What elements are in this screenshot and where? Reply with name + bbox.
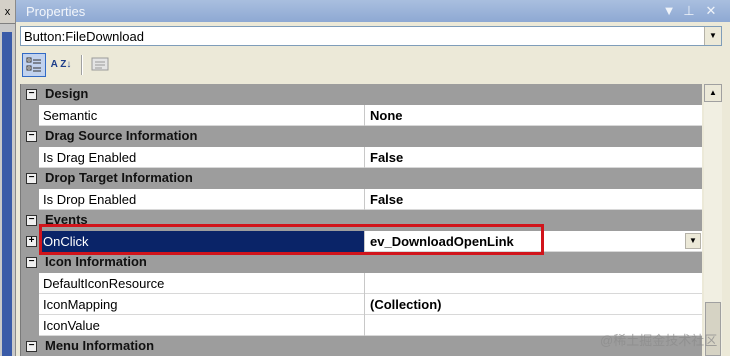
row-margin: [21, 189, 39, 210]
panel-title: Properties: [26, 4, 86, 19]
alphabetical-sort-icon: A Z↓: [50, 59, 72, 70]
property-row-semantic[interactable]: Semantic None: [21, 105, 702, 126]
property-row-is-drag-enabled[interactable]: Is Drag Enabled False: [21, 147, 702, 168]
property-name: DefaultIconResource: [39, 273, 365, 294]
property-row-is-drop-enabled[interactable]: Is Drop Enabled False: [21, 189, 702, 210]
collapse-icon[interactable]: −: [26, 131, 37, 142]
scroll-up-icon[interactable]: ▲: [704, 84, 722, 102]
expand-icon[interactable]: +: [26, 236, 37, 247]
left-strip-button[interactable]: x: [0, 0, 15, 24]
property-row-icon-mapping[interactable]: IconMapping (Collection): [21, 294, 702, 315]
row-margin: [21, 273, 39, 294]
categorized-icon: [26, 57, 41, 72]
toolbar-separator: [81, 55, 83, 75]
property-grid: − Design Semantic None − Drag Source Inf…: [20, 84, 702, 356]
property-value[interactable]: False: [366, 147, 702, 168]
row-margin: [21, 294, 39, 315]
collapse-icon[interactable]: −: [26, 341, 37, 352]
left-docked-strip: x: [0, 0, 16, 356]
annotation-highlight-box: [39, 224, 544, 255]
property-value[interactable]: None: [366, 105, 702, 126]
chevron-down-icon[interactable]: ▼: [704, 27, 721, 45]
property-pages-button[interactable]: [88, 53, 112, 77]
property-name: Is Drag Enabled: [39, 147, 365, 168]
property-name: IconValue: [39, 315, 365, 336]
property-value[interactable]: [366, 273, 702, 294]
category-label: Drag Source Information: [45, 128, 198, 143]
pin-icon[interactable]: ⊥: [680, 2, 698, 20]
category-label: Drop Target Information: [45, 170, 193, 185]
window-position-dropdown-icon[interactable]: ▼: [660, 2, 678, 20]
collapse-icon[interactable]: −: [26, 257, 37, 268]
category-label: Menu Information: [45, 338, 155, 353]
category-drag-source-information[interactable]: − Drag Source Information: [21, 126, 702, 147]
collapse-icon[interactable]: −: [26, 215, 37, 226]
left-strip-panel: [2, 32, 12, 356]
collapse-icon[interactable]: −: [26, 173, 37, 184]
category-label: Icon Information: [45, 254, 147, 269]
properties-panel: Properties ▼ ⊥ ✕ Button:FileDownload ▼ A…: [16, 0, 730, 356]
chevron-down-icon[interactable]: ▼: [685, 233, 701, 249]
categorized-button[interactable]: [22, 53, 46, 77]
row-margin: +: [21, 231, 39, 252]
object-selector-dropdown[interactable]: Button:FileDownload ▼: [20, 26, 722, 46]
category-design[interactable]: − Design: [21, 84, 702, 105]
property-pages-icon: [91, 57, 109, 71]
category-icon-information[interactable]: − Icon Information: [21, 252, 702, 273]
row-margin: [21, 147, 39, 168]
close-icon[interactable]: ✕: [702, 2, 720, 20]
properties-toolbar: A Z↓: [20, 52, 722, 78]
row-margin: [21, 105, 39, 126]
vertical-scrollbar[interactable]: ▲: [704, 84, 722, 356]
property-value[interactable]: (Collection): [366, 294, 702, 315]
property-name: Is Drop Enabled: [39, 189, 365, 210]
property-value[interactable]: False: [366, 189, 702, 210]
property-name: Semantic: [39, 105, 365, 126]
row-margin: [21, 315, 39, 336]
property-name: IconMapping: [39, 294, 365, 315]
category-label: Design: [45, 86, 89, 101]
property-row-default-icon-resource[interactable]: DefaultIconResource: [21, 273, 702, 294]
object-selector-value: Button:FileDownload: [24, 29, 144, 44]
category-drop-target-information[interactable]: − Drop Target Information: [21, 168, 702, 189]
panel-titlebar: Properties ▼ ⊥ ✕: [16, 0, 730, 22]
alphabetical-button[interactable]: A Z↓: [49, 53, 73, 77]
collapse-icon[interactable]: −: [26, 89, 37, 100]
watermark-text: @稀土掘金技术社区: [600, 333, 718, 348]
